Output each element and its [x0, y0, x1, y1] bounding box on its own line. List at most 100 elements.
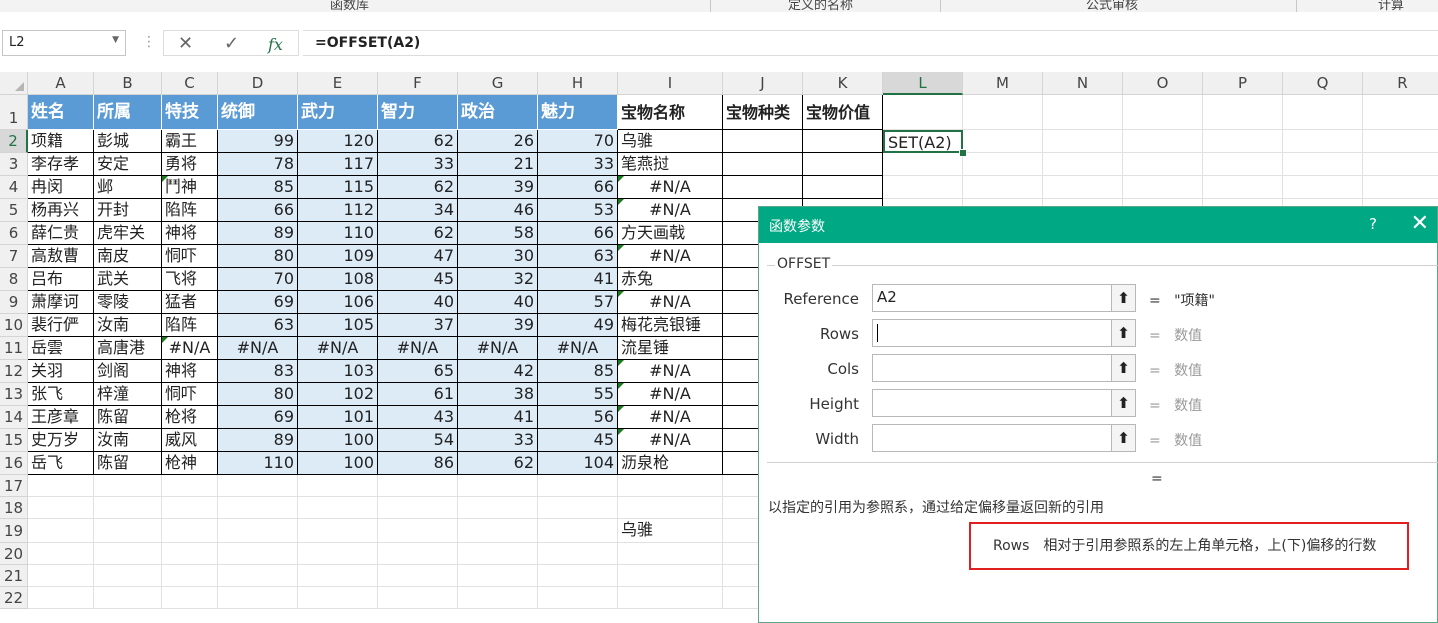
- data-cell[interactable]: 69: [218, 406, 298, 429]
- data-cell[interactable]: 33: [538, 153, 618, 176]
- data-cell[interactable]: 冉闵: [28, 176, 94, 199]
- data-cell[interactable]: 神将: [162, 222, 218, 245]
- data-cell[interactable]: 66: [538, 176, 618, 199]
- data-cell[interactable]: 57: [538, 291, 618, 314]
- header-cell[interactable]: 统御: [218, 95, 298, 130]
- data-cell[interactable]: 39: [458, 314, 538, 337]
- treasure-name-cell[interactable]: 乌骓: [618, 130, 723, 153]
- help-icon[interactable]: ?: [1369, 215, 1377, 233]
- row-header-10[interactable]: 10: [0, 314, 28, 337]
- data-cell[interactable]: 104: [538, 452, 618, 475]
- data-cell[interactable]: 萧摩诃: [28, 291, 94, 314]
- fill-handle[interactable]: [959, 149, 967, 157]
- dialog-title-bar[interactable]: 函数参数 ? ✕: [759, 207, 1437, 243]
- data-cell[interactable]: #N/A: [538, 337, 618, 360]
- data-cell[interactable]: 汝南: [94, 429, 162, 452]
- grid-cell[interactable]: [94, 543, 162, 565]
- grid-cell[interactable]: [1283, 153, 1363, 176]
- data-cell[interactable]: 89: [218, 222, 298, 245]
- data-cell[interactable]: 猛者: [162, 291, 218, 314]
- grid-cell[interactable]: [28, 519, 94, 543]
- chevron-down-icon[interactable]: ▼: [112, 35, 119, 45]
- data-cell[interactable]: 61: [378, 383, 458, 406]
- grid-cell[interactable]: [298, 519, 378, 543]
- column-header-d[interactable]: D: [218, 72, 298, 95]
- data-cell[interactable]: [723, 176, 803, 199]
- drag-handle-icon[interactable]: ⋮: [142, 34, 156, 50]
- grid-cell[interactable]: [458, 543, 538, 565]
- collapse-dialog-icon[interactable]: ⬆: [1111, 355, 1135, 381]
- grid-cell[interactable]: [883, 95, 963, 130]
- data-cell[interactable]: 55: [538, 383, 618, 406]
- data-cell[interactable]: 69: [218, 291, 298, 314]
- data-cell[interactable]: 115: [298, 176, 378, 199]
- data-cell[interactable]: 40: [378, 291, 458, 314]
- data-cell[interactable]: 陷阵: [162, 314, 218, 337]
- cols-input[interactable]: [872, 354, 1136, 382]
- collapse-dialog-icon[interactable]: ⬆: [1111, 390, 1135, 416]
- row-header-19[interactable]: 19: [0, 519, 28, 543]
- treasure-name-cell[interactable]: #N/A: [618, 199, 723, 222]
- data-cell[interactable]: 45: [538, 429, 618, 452]
- data-cell[interactable]: 张飞: [28, 383, 94, 406]
- grid-cell[interactable]: [94, 587, 162, 609]
- grid-cell[interactable]: [378, 565, 458, 587]
- data-cell[interactable]: 33: [458, 429, 538, 452]
- grid-cell[interactable]: [298, 587, 378, 609]
- data-cell[interactable]: 薛仁贵: [28, 222, 94, 245]
- data-cell[interactable]: 勇将: [162, 153, 218, 176]
- treasure-name-cell[interactable]: #N/A: [618, 383, 723, 406]
- grid-cell[interactable]: [1043, 153, 1123, 176]
- data-cell[interactable]: 岳飞: [28, 452, 94, 475]
- column-header-o[interactable]: O: [1123, 72, 1203, 95]
- row-header-3[interactable]: 3: [0, 153, 28, 176]
- data-cell[interactable]: 49: [538, 314, 618, 337]
- data-cell[interactable]: 高敖曹: [28, 245, 94, 268]
- grid-cell[interactable]: [538, 497, 618, 519]
- treasure-name-cell[interactable]: #N/A: [618, 291, 723, 314]
- data-cell[interactable]: 43: [378, 406, 458, 429]
- data-cell[interactable]: 陈留: [94, 406, 162, 429]
- grid-cell[interactable]: [28, 543, 94, 565]
- name-box[interactable]: L2 ▼: [2, 30, 126, 56]
- grid-cell[interactable]: [28, 475, 94, 497]
- data-cell[interactable]: 58: [458, 222, 538, 245]
- grid-cell[interactable]: [1203, 95, 1283, 130]
- row-header-2[interactable]: 2: [0, 130, 28, 153]
- data-cell[interactable]: 飞将: [162, 268, 218, 291]
- grid-cell[interactable]: [963, 130, 1043, 153]
- data-cell[interactable]: [723, 153, 803, 176]
- data-cell[interactable]: 杨再兴: [28, 199, 94, 222]
- data-cell[interactable]: 吕布: [28, 268, 94, 291]
- grid-cell[interactable]: [1363, 176, 1438, 199]
- data-cell[interactable]: 34: [378, 199, 458, 222]
- data-cell[interactable]: 42: [458, 360, 538, 383]
- grid-cell[interactable]: [1123, 153, 1203, 176]
- data-cell[interactable]: 63: [538, 245, 618, 268]
- grid-cell[interactable]: [1363, 153, 1438, 176]
- data-cell[interactable]: 83: [218, 360, 298, 383]
- data-cell[interactable]: 21: [458, 153, 538, 176]
- grid-cell[interactable]: [94, 519, 162, 543]
- data-cell[interactable]: 零陵: [94, 291, 162, 314]
- grid-cell[interactable]: [1203, 176, 1283, 199]
- grid-cell[interactable]: [883, 176, 963, 199]
- data-cell[interactable]: 117: [298, 153, 378, 176]
- grid-cell[interactable]: [1123, 95, 1203, 130]
- grid-cell[interactable]: [618, 587, 723, 609]
- grid-cell[interactable]: [298, 475, 378, 497]
- grid-cell[interactable]: [618, 475, 723, 497]
- header-cell[interactable]: 宝物种类: [723, 95, 803, 130]
- grid-cell[interactable]: [1363, 95, 1438, 130]
- row-header-18[interactable]: 18: [0, 497, 28, 519]
- grid-cell[interactable]: [94, 497, 162, 519]
- formula-input[interactable]: =OFFSET(A2): [303, 30, 1438, 56]
- grid-cell[interactable]: [963, 153, 1043, 176]
- row-header-9[interactable]: 9: [0, 291, 28, 314]
- grid-cell[interactable]: [218, 497, 298, 519]
- data-cell[interactable]: 枪将: [162, 406, 218, 429]
- data-cell[interactable]: 62: [378, 176, 458, 199]
- row-header-6[interactable]: 6: [0, 222, 28, 245]
- row-header-15[interactable]: 15: [0, 429, 28, 452]
- data-cell[interactable]: 46: [458, 199, 538, 222]
